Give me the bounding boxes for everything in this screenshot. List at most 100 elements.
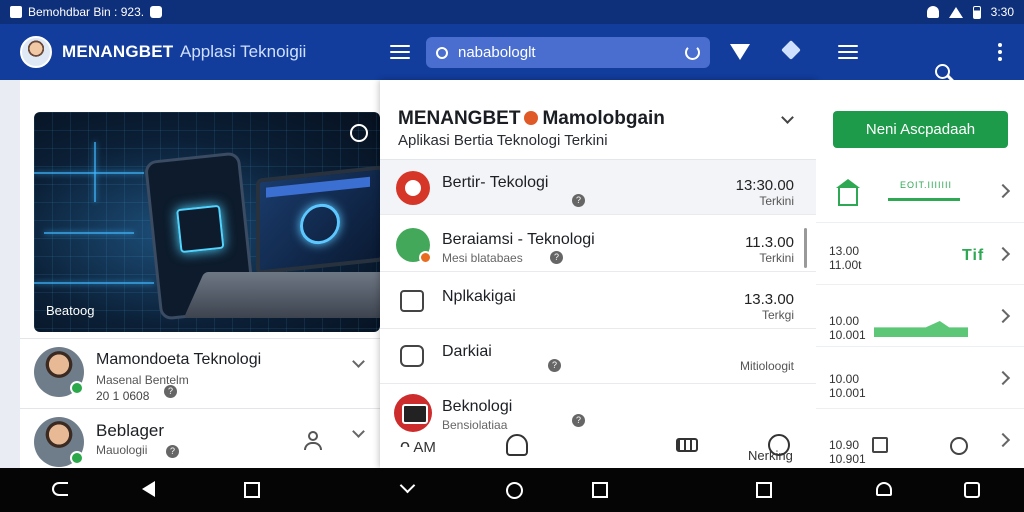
tv-icon bbox=[394, 394, 432, 432]
graph-label: EOIT.IIIIIII bbox=[900, 180, 953, 190]
user-icon[interactable] bbox=[303, 431, 323, 451]
app-bar: MENANGBET Applasi Teknoigii nababologlt bbox=[0, 24, 1024, 80]
signal-icon bbox=[948, 6, 963, 18]
stat-value: 10.00 bbox=[829, 372, 860, 386]
back-icon[interactable] bbox=[52, 482, 68, 496]
home-button-icon[interactable] bbox=[506, 482, 523, 499]
list-icon[interactable] bbox=[838, 45, 858, 59]
hero-image[interactable]: Beatoog bbox=[34, 112, 380, 332]
chevron-down-icon[interactable] bbox=[781, 111, 794, 124]
help-icon: ? bbox=[164, 385, 177, 398]
primary-action-button[interactable]: Neni Ascpadaah bbox=[833, 111, 1008, 148]
dropdown-item[interactable]: Bertir- Tekologi ? 13:30.00 Terkini bbox=[380, 160, 816, 215]
chevron-right-icon[interactable] bbox=[995, 432, 1011, 448]
help-icon: ? bbox=[166, 445, 179, 458]
document-icon bbox=[400, 290, 424, 312]
status-bar: Bemohdbar Bin : 923. 3:30 bbox=[0, 0, 1024, 24]
list-doc-icon bbox=[400, 345, 424, 367]
stat-subvalue: 11.00t bbox=[829, 258, 862, 272]
right-panel: Neni Ascpadaah EOIT.IIIIIII 13.00 11.00t… bbox=[816, 80, 1024, 468]
list-item[interactable]: Mamondoeta Teknologi Masenal Bentelm 20 … bbox=[20, 338, 380, 403]
home-icon bbox=[836, 179, 860, 206]
dropdown-item[interactable]: Beraiamsi - Teknologi Mesi blatabaes ? 1… bbox=[380, 217, 816, 272]
stat-value: 10.90 bbox=[829, 438, 860, 452]
brand-name: MENANGBET bbox=[62, 42, 174, 61]
stat-row[interactable]: 10.00 10.001 bbox=[816, 346, 1024, 408]
dropdown-subtitle: Aplikasi Bertia Teknologi Terkini bbox=[398, 132, 608, 149]
status-app-label: Bemohdbar Bin : 923. bbox=[28, 5, 145, 19]
menu-icon[interactable] bbox=[390, 45, 410, 59]
avatar[interactable] bbox=[20, 36, 52, 68]
card-meta: 20 1 0608 bbox=[96, 389, 150, 403]
bar-marker: Tif bbox=[962, 247, 985, 264]
more-options-icon[interactable] bbox=[998, 43, 1002, 64]
dropdown-title: MENANGBET Mamolobgain bbox=[398, 108, 665, 129]
back-triangle-icon[interactable] bbox=[142, 481, 155, 497]
chevron-right-icon[interactable] bbox=[995, 308, 1011, 324]
stat-row[interactable]: EOIT.IIIIIII bbox=[816, 160, 1024, 222]
keyboard-icon[interactable] bbox=[676, 438, 698, 452]
laptop-illustration bbox=[256, 165, 380, 275]
chevron-right-icon[interactable] bbox=[995, 246, 1011, 262]
item-time: 13.3.00 bbox=[743, 291, 794, 308]
dropdown-header[interactable]: MENANGBET Mamolobgain Aplikasi Bertia Tek… bbox=[380, 80, 816, 160]
notification-icon bbox=[150, 6, 163, 18]
item-tag: Terkgi bbox=[761, 308, 794, 322]
chevron-right-icon[interactable] bbox=[995, 183, 1011, 199]
item-tag: Terkini bbox=[759, 251, 794, 265]
share-icon[interactable] bbox=[964, 482, 980, 498]
bookmark-icon[interactable] bbox=[780, 40, 802, 62]
help-icon: ? bbox=[572, 194, 585, 207]
stat-row[interactable]: 13.00 11.00t Tif bbox=[816, 222, 1024, 284]
item-title: Bertir- Tekologi bbox=[442, 174, 549, 191]
hero-caption: Beatoog bbox=[46, 303, 95, 318]
scrollbar[interactable] bbox=[804, 228, 807, 268]
recents-icon[interactable] bbox=[244, 482, 260, 498]
checkbox-icon[interactable] bbox=[592, 482, 608, 498]
gear-icon bbox=[524, 111, 539, 125]
timer-icon[interactable] bbox=[506, 434, 528, 456]
wifi-icon bbox=[926, 6, 939, 18]
left-panel: Beatoog Mamondoeta Teknologi Masenal Ben… bbox=[20, 80, 380, 468]
lock-icon[interactable] bbox=[872, 437, 888, 453]
trend-line bbox=[888, 198, 960, 201]
overview-icon[interactable] bbox=[756, 482, 772, 498]
help-icon: ? bbox=[548, 359, 561, 372]
item-title: Beknologi bbox=[442, 398, 513, 415]
online-badge bbox=[70, 451, 84, 465]
card-subtitle: Mauologii bbox=[96, 443, 148, 457]
item-tag: Terkini bbox=[759, 194, 794, 208]
news-icon bbox=[396, 171, 430, 205]
search-value: nababologlt bbox=[458, 44, 536, 61]
chevron-right-icon[interactable] bbox=[995, 370, 1011, 386]
list-item[interactable]: Beblager Mauologii ? bbox=[20, 408, 380, 468]
dropdown-panel: MENANGBET Mamolobgain Aplikasi Bertia Tek… bbox=[380, 80, 816, 468]
dropdown-bottom-bar: ᴖ AM Nerking bbox=[380, 428, 816, 468]
brand-tagline: Applasi Teknoigii bbox=[180, 42, 307, 61]
card-subtitle: Masenal Bentelm bbox=[96, 373, 189, 387]
search-input[interactable]: nababologlt bbox=[426, 37, 710, 68]
item-time: 11.3.00 bbox=[745, 234, 794, 251]
heart-icon[interactable] bbox=[876, 482, 892, 496]
refresh-icon[interactable] bbox=[685, 45, 700, 60]
item-title: Nplkakigai bbox=[442, 288, 516, 305]
item-title: Beraiamsi - Teknologi bbox=[442, 231, 595, 248]
dropdown-item[interactable]: Darkiai ? Mitioloogit bbox=[380, 329, 816, 384]
networking-label: Nerking bbox=[748, 448, 793, 463]
dropdown-item[interactable]: Nplkakigai 13.3.00 Terkgi bbox=[380, 274, 816, 329]
am-label[interactable]: ᴖ AM bbox=[400, 436, 436, 457]
card-title: Beblager bbox=[96, 421, 165, 440]
app-search-icon[interactable] bbox=[935, 63, 950, 79]
app-icon bbox=[10, 6, 22, 18]
chevron-down-icon[interactable] bbox=[352, 355, 365, 368]
search-icon bbox=[436, 46, 448, 59]
stat-row[interactable]: 10.90 10.901 bbox=[816, 408, 1024, 468]
chevron-down-icon[interactable] bbox=[352, 425, 365, 438]
item-tag: Mitioloogit bbox=[739, 359, 794, 373]
filter-icon[interactable] bbox=[730, 44, 750, 60]
chevron-down-icon[interactable] bbox=[399, 477, 416, 494]
stat-value: 13.00 bbox=[829, 244, 860, 258]
settings-icon[interactable] bbox=[950, 437, 968, 455]
stat-row[interactable]: 10.00 10.001 bbox=[816, 284, 1024, 346]
item-title: Darkiai bbox=[442, 343, 492, 360]
